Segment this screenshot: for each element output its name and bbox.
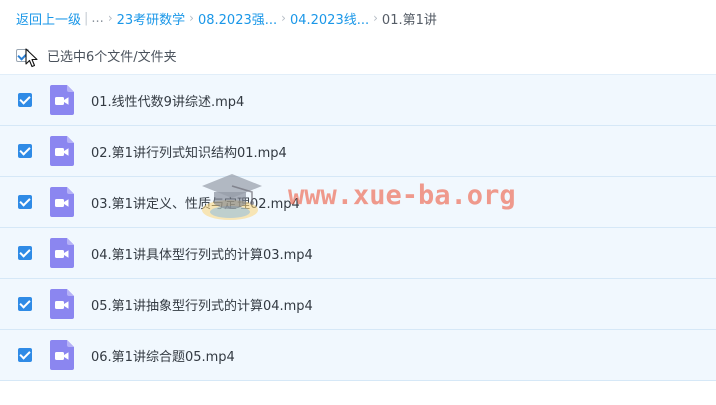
video-file-icon (50, 238, 74, 268)
row-checkbox[interactable] (18, 93, 32, 107)
file-name[interactable]: 02.第1讲行列式知识结构01.mp4 (91, 142, 287, 161)
video-file-icon (50, 85, 74, 115)
file-name[interactable]: 05.第1讲抽象型行列式的计算04.mp4 (91, 295, 313, 314)
video-file-icon (50, 136, 74, 166)
row-checkbox[interactable] (18, 246, 32, 260)
file-row[interactable]: 02.第1讲行列式知识结构01.mp4 (0, 126, 716, 177)
selection-summary: 已选中6个文件/文件夹 (47, 49, 177, 65)
file-row[interactable]: 04.第1讲具体型行列式的计算03.mp4 (0, 228, 716, 279)
row-checkbox[interactable] (18, 195, 32, 209)
file-list: 01.线性代数9讲综述.mp4 02.第1讲行列式知识结构01.mp4 03.第… (0, 74, 716, 381)
chevron-right-icon: › (189, 11, 194, 25)
chevron-right-icon: › (373, 11, 378, 25)
file-row[interactable]: 05.第1讲抽象型行列式的计算04.mp4 (0, 279, 716, 330)
video-file-icon (50, 289, 74, 319)
video-file-icon (50, 187, 74, 217)
row-checkbox[interactable] (18, 297, 32, 311)
row-checkbox[interactable] (18, 144, 32, 158)
row-checkbox[interactable] (18, 348, 32, 362)
select-all-row: 已选中6个文件/文件夹 (16, 45, 177, 68)
file-browser: 返回上一级 | ... › 23考研数学 › 08.2023强... › 04.… (0, 0, 716, 405)
file-name[interactable]: 03.第1讲定义、性质与定理02.mp4 (91, 193, 300, 212)
breadcrumb: 返回上一级 | ... › 23考研数学 › 08.2023强... › 04.… (16, 9, 437, 28)
breadcrumb-item-08-2023[interactable]: 08.2023强... (198, 9, 277, 28)
file-name[interactable]: 01.线性代数9讲综述.mp4 (91, 91, 244, 110)
file-name[interactable]: 06.第1讲综合题05.mp4 (91, 346, 235, 365)
video-file-icon (50, 340, 74, 370)
breadcrumb-item-04-2023[interactable]: 04.2023线... (290, 9, 369, 28)
mouse-cursor-icon (25, 48, 38, 68)
breadcrumb-item-23-math[interactable]: 23考研数学 (117, 9, 186, 28)
file-name[interactable]: 04.第1讲具体型行列式的计算03.mp4 (91, 244, 313, 263)
file-row[interactable]: 03.第1讲定义、性质与定理02.mp4 (0, 177, 716, 228)
file-row[interactable]: 01.线性代数9讲综述.mp4 (0, 74, 716, 126)
file-row[interactable]: 06.第1讲综合题05.mp4 (0, 330, 716, 381)
breadcrumb-current: 01.第1讲 (381, 12, 437, 28)
chevron-right-icon: › (281, 11, 286, 25)
breadcrumb-divider: | (84, 10, 89, 26)
back-link[interactable]: 返回上一级 (16, 9, 81, 28)
chevron-right-icon: › (107, 11, 113, 25)
breadcrumb-ellipsis[interactable]: ... (91, 11, 103, 26)
